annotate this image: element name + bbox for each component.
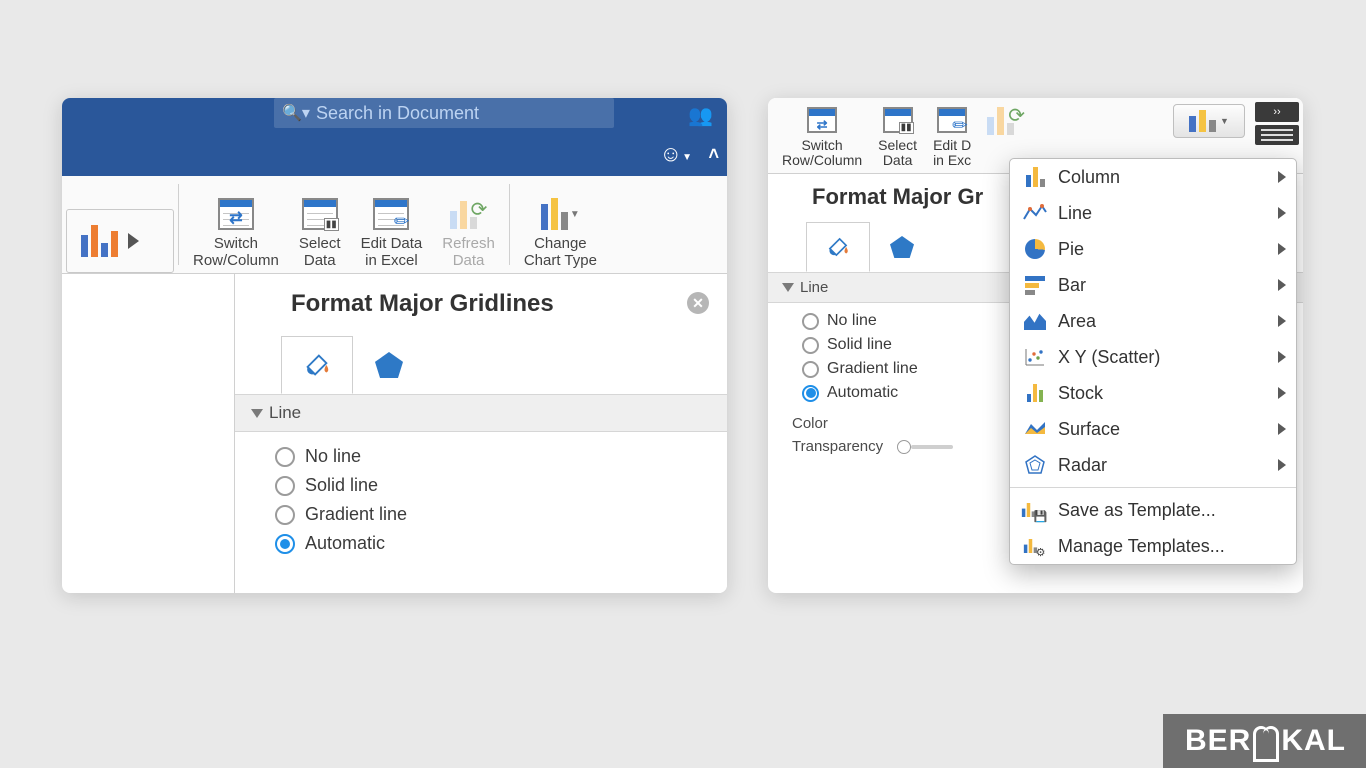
gallery-more-icon[interactable] — [128, 233, 139, 249]
edit-data-icon: ✎ — [373, 198, 409, 230]
chart-type-area[interactable]: Area — [1010, 303, 1296, 339]
ribbon-overflow[interactable]: ›› — [1255, 102, 1299, 145]
line-section-header[interactable]: Line — [235, 394, 727, 432]
radio-gradient-line[interactable]: Gradient line — [275, 500, 709, 529]
effects-tab[interactable] — [353, 336, 425, 394]
transparency-slider[interactable] — [897, 440, 953, 454]
chart-type-pie[interactable]: Pie — [1010, 231, 1296, 267]
change-chart-icon — [1189, 110, 1216, 132]
select-data-button[interactable]: ▮▮ Select Data — [289, 186, 351, 273]
chart-type-stock[interactable]: Stock — [1010, 375, 1296, 411]
chart-layout-thumb-icon — [81, 225, 118, 257]
refresh-data-button: ⟳ Refresh Data — [432, 186, 505, 273]
stock-chart-icon — [1022, 382, 1048, 404]
change-chart-type-button[interactable]: ▼ Change Chart Type — [514, 186, 607, 273]
chart-type-surface[interactable]: Surface — [1010, 411, 1296, 447]
pentagon-icon — [375, 352, 403, 378]
word-window-left: 🔍▾ Search in Document 👥 ☺ ▼ ˄ ⇄ Switch R… — [62, 98, 727, 593]
overflow-menu-icon[interactable] — [1255, 125, 1299, 145]
chart-type-scatter[interactable]: X Y (Scatter) — [1010, 339, 1296, 375]
title-bar: 🔍▾ Search in Document 👥 ☺ ▼ ˄ — [62, 98, 727, 176]
change-chart-icon — [541, 198, 568, 230]
feedback-dropdown-icon[interactable]: ▼ — [682, 152, 692, 163]
edit-data-excel-button[interactable]: ✎ Edit Data in Excel — [351, 186, 433, 273]
chart-type-dropdown: Column Line Pie Bar Area X Y (Scatter) S… — [1009, 158, 1297, 565]
edit-data-button-r[interactable]: ✎ Edit D in Exc — [925, 98, 979, 169]
pane-category-tabs — [281, 336, 709, 394]
radio-no-line[interactable]: No line — [275, 442, 709, 471]
chart-type-column[interactable]: Column — [1010, 159, 1296, 195]
refresh-data-button-r: ⟳ — [979, 98, 1033, 140]
refresh-arrows-icon: ⟳ — [1008, 106, 1025, 127]
change-chart-type-split-button[interactable]: ▼ — [1173, 104, 1245, 138]
switch-row-column-button[interactable]: ⇄ Switch Row/Column — [183, 186, 289, 273]
manage-templates-icon: ⚙ — [1022, 535, 1048, 557]
column-chart-icon — [1026, 167, 1045, 187]
collapse-triangle-icon — [251, 409, 263, 418]
switch-row-column-button-r[interactable]: ⇄ Switch Row/Column — [774, 98, 870, 169]
line-type-radios: No line Solid line Gradient line Automat… — [253, 432, 709, 558]
select-data-button-r[interactable]: ▮▮ Select Data — [870, 98, 925, 169]
save-template-icon: 💾 — [1022, 499, 1048, 521]
manage-templates[interactable]: ⚙Manage Templates... — [1010, 528, 1296, 564]
overflow-more-icon[interactable]: ›› — [1255, 102, 1299, 122]
submenu-arrow-icon — [1278, 171, 1286, 183]
chart-type-radar[interactable]: Radar — [1010, 447, 1296, 483]
select-data-icon: ▮▮ — [883, 107, 913, 133]
pencil-icon: ✎ — [391, 210, 416, 235]
area-chart-icon — [1022, 310, 1048, 332]
effects-tab-r[interactable] — [870, 222, 934, 272]
radio-solid-line[interactable]: Solid line — [275, 471, 709, 500]
collapse-triangle-icon — [782, 283, 794, 292]
select-data-icon: ▮▮ — [302, 198, 338, 230]
search-icon: 🔍▾ — [282, 103, 310, 123]
watermark-logo: BERKAL — [1163, 714, 1366, 768]
mini-chart-icon: ▮▮ — [324, 218, 339, 231]
fill-line-tab[interactable] — [281, 336, 353, 394]
chart-type-line[interactable]: Line — [1010, 195, 1296, 231]
save-as-template[interactable]: 💾Save as Template... — [1010, 492, 1296, 528]
refresh-arrows-icon: ⟳ — [471, 199, 488, 221]
leaf-icon — [1253, 726, 1279, 756]
close-pane-button[interactable]: ✕ — [687, 292, 709, 314]
feedback-icon[interactable]: ☺ — [660, 141, 682, 167]
paint-bucket-icon — [302, 350, 332, 380]
paint-bucket-icon — [825, 234, 851, 260]
bar-chart-icon — [1022, 274, 1048, 296]
chart-type-bar[interactable]: Bar — [1010, 267, 1296, 303]
fill-line-tab-r[interactable] — [806, 222, 870, 272]
chart-layout-gallery[interactable] — [66, 209, 174, 273]
search-placeholder: Search in Document — [316, 103, 479, 124]
search-input[interactable]: 🔍▾ Search in Document — [274, 98, 614, 128]
scatter-chart-icon — [1022, 346, 1048, 368]
pie-chart-icon — [1022, 238, 1048, 260]
surface-chart-icon — [1022, 418, 1048, 440]
radar-chart-icon — [1022, 454, 1048, 476]
edit-data-icon: ✎ — [937, 107, 967, 133]
radio-automatic[interactable]: Automatic — [275, 529, 709, 558]
ribbon-toolbar: ⇄ Switch Row/Column ▮▮ Select Data ✎ Edi… — [62, 176, 727, 274]
dropdown-caret-icon: ▼ — [570, 209, 580, 220]
share-icon[interactable]: 👥 — [688, 103, 713, 128]
switch-rc-icon: ⇄ — [807, 107, 837, 133]
word-window-right: ⇄ Switch Row/Column ▮▮ Select Data ✎ Edi… — [768, 98, 1303, 593]
format-pane: Format Major Gridlines ✕ Line No line So… — [234, 274, 727, 593]
switch-rc-icon: ⇄ — [218, 198, 254, 230]
line-chart-icon — [1022, 202, 1048, 224]
pane-title: Format Major Gridlines — [291, 290, 709, 318]
collapse-ribbon-icon[interactable]: ˄ — [708, 144, 719, 165]
dropdown-caret-icon: ▼ — [1220, 116, 1229, 126]
pentagon-icon — [890, 236, 914, 258]
